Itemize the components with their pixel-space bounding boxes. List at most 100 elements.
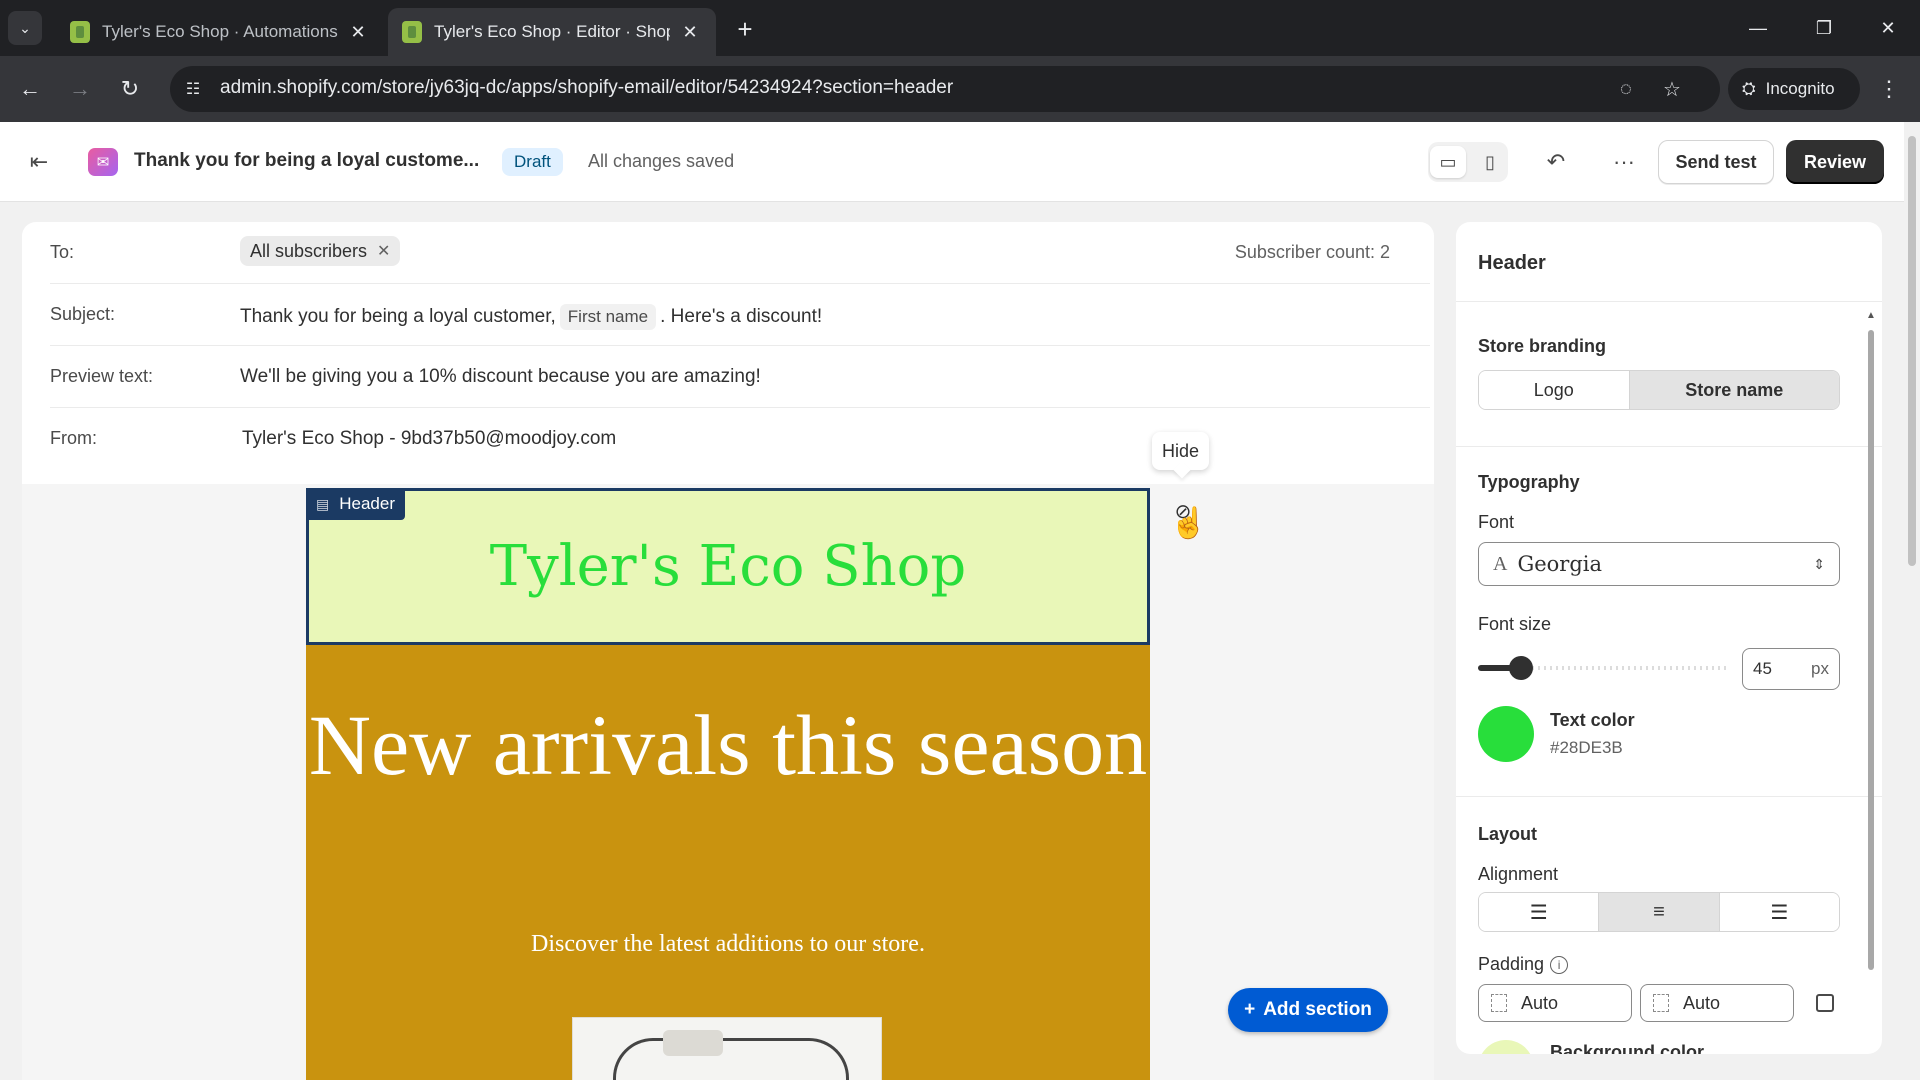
- background-color-label: Background color: [1550, 1042, 1705, 1054]
- shopify-favicon-icon: [402, 21, 422, 43]
- panel-scroll-thumb[interactable]: [1868, 330, 1874, 970]
- save-status: All changes saved: [588, 151, 735, 171]
- padding-link-icon[interactable]: [1810, 984, 1840, 1022]
- mobile-preview-icon[interactable]: ▯: [1472, 146, 1508, 178]
- from-row[interactable]: From: Tyler's Eco Shop - 9bd37b50@moodjo…: [50, 408, 1430, 470]
- page-scroll-thumb[interactable]: [1908, 136, 1916, 566]
- header-section-tag: ▤ Header: [306, 488, 405, 520]
- review-button[interactable]: Review: [1786, 140, 1884, 184]
- page-scrollbar[interactable]: [1904, 122, 1920, 1080]
- back-arrow-icon[interactable]: ←: [10, 72, 50, 106]
- align-center-icon[interactable]: ≡: [1598, 893, 1719, 931]
- eye-off-icon[interactable]: ◌: [1610, 74, 1642, 104]
- padding-horizontal-value: Auto: [1683, 992, 1721, 1013]
- recipient-chip-label: All subscribers: [250, 240, 368, 261]
- send-test-button[interactable]: Send test: [1658, 140, 1774, 184]
- font-select[interactable]: A Georgia ⇕: [1478, 542, 1840, 586]
- browser-tab-automations[interactable]: Tyler's Eco Shop · Automations ✕: [56, 8, 384, 56]
- select-chevrons-icon: ⇕: [1813, 555, 1825, 572]
- exit-editor-icon[interactable]: ⇤: [22, 146, 56, 178]
- font-size-value: 45: [1753, 659, 1772, 678]
- preview-text-label: Preview text:: [50, 366, 154, 386]
- padding-label: Padding i: [1478, 954, 1569, 975]
- tab-close-icon[interactable]: ✕: [678, 20, 702, 44]
- subject-field[interactable]: Thank you for being a loyal customer, Fir…: [240, 304, 822, 330]
- restore-icon[interactable]: ❐: [1804, 12, 1844, 44]
- to-label: To:: [50, 242, 75, 262]
- align-right-icon[interactable]: ☰: [1718, 893, 1839, 931]
- font-size-slider-thumb[interactable]: [1508, 656, 1533, 680]
- bookmark-star-icon[interactable]: ☆: [1656, 74, 1688, 104]
- hero-product-image[interactable]: [572, 1017, 882, 1080]
- padding-label-text: Padding: [1478, 954, 1545, 974]
- info-icon[interactable]: i: [1550, 956, 1569, 975]
- scroll-up-icon[interactable]: ▲: [1866, 310, 1876, 321]
- more-actions-icon[interactable]: ···: [1606, 146, 1642, 178]
- store-name-option[interactable]: Store name: [1628, 371, 1839, 409]
- padding-horizontal-input[interactable]: Auto: [1640, 984, 1794, 1022]
- font-label: Font: [1478, 512, 1515, 532]
- text-color-label: Text color: [1550, 710, 1635, 730]
- padding-vertical-value: Auto: [1521, 992, 1559, 1013]
- align-left-icon[interactable]: ☰: [1479, 893, 1599, 931]
- font-size-input[interactable]: 45 px: [1742, 648, 1840, 690]
- email-header-section[interactable]: Tyler's Eco Shop: [306, 488, 1150, 645]
- tab-close-icon[interactable]: ✕: [346, 20, 370, 44]
- incognito-label: Incognito: [1765, 79, 1835, 98]
- desktop-preview-icon[interactable]: ▭: [1430, 146, 1466, 178]
- hero-title[interactable]: New arrivals this season: [306, 693, 1150, 797]
- store-name-heading[interactable]: Tyler's Eco Shop: [490, 534, 967, 599]
- subject-row[interactable]: Subject: Thank you for being a loyal cus…: [50, 284, 1430, 346]
- first-name-merge-tag[interactable]: First name: [559, 304, 657, 330]
- text-color-swatch[interactable]: [1478, 706, 1534, 762]
- layout-title: Layout: [1478, 824, 1538, 844]
- reload-icon[interactable]: ↻: [110, 72, 150, 106]
- window-close-icon[interactable]: ✕: [1868, 12, 1908, 44]
- padding-vertical-input[interactable]: Auto: [1478, 984, 1632, 1022]
- recipient-chip[interactable]: All subscribers ✕: [240, 236, 401, 266]
- minimize-icon[interactable]: —: [1738, 12, 1778, 44]
- site-settings-icon[interactable]: ☷: [180, 76, 206, 102]
- hero-subtitle[interactable]: Discover the latest additions to our sto…: [306, 931, 1150, 958]
- tab-search-chevron-icon[interactable]: ⌄: [8, 11, 42, 45]
- forward-arrow-icon[interactable]: →: [60, 72, 100, 106]
- font-glyph-icon: A: [1493, 552, 1508, 575]
- from-field[interactable]: Tyler's Eco Shop - 9bd37b50@moodjoy.com: [242, 428, 616, 450]
- font-size-unit: px: [1811, 659, 1829, 678]
- header-section-label: Header: [339, 494, 395, 513]
- add-section-label: Add section: [1263, 999, 1372, 1020]
- new-tab-plus-icon[interactable]: +: [730, 14, 760, 44]
- subject-label: Subject:: [50, 304, 116, 324]
- status-badge: Draft: [502, 148, 563, 176]
- subject-text-end: . Here's a discount!: [660, 306, 823, 327]
- browser-tab-editor[interactable]: Tyler's Eco Shop · Editor · Shopify ✕: [388, 8, 716, 56]
- hide-tooltip: Hide: [1152, 432, 1210, 470]
- font-size-label: Font size: [1478, 614, 1552, 634]
- panel-scrollbar[interactable]: ▲: [1866, 310, 1876, 970]
- shopify-email-app-icon: ✉: [88, 148, 118, 176]
- panel-header: Header: [1456, 222, 1882, 302]
- incognito-icon: ⛭: [1742, 79, 1756, 98]
- preview-text-row[interactable]: Preview text: We'll be giving you a 10% …: [50, 346, 1430, 408]
- email-title: Thank you for being a loyal custome...: [134, 150, 480, 171]
- alignment-toggle: ☰ ≡ ☰: [1478, 892, 1840, 932]
- padding-horizontal-icon: [1653, 994, 1669, 1012]
- add-section-button[interactable]: + Add section: [1228, 988, 1388, 1032]
- divider: [1456, 446, 1882, 447]
- background-color-swatch[interactable]: [1478, 1040, 1534, 1054]
- preview-text-field[interactable]: We'll be giving you a 10% discount becau…: [240, 366, 761, 388]
- typography-title: Typography: [1478, 472, 1580, 492]
- remove-recipient-icon[interactable]: ✕: [377, 241, 390, 261]
- undo-icon[interactable]: ↶: [1538, 146, 1574, 178]
- logo-option[interactable]: Logo: [1479, 371, 1629, 409]
- browser-menu-icon[interactable]: ⋮: [1876, 74, 1902, 104]
- section-grid-icon: ▤: [316, 495, 330, 512]
- padding-vertical-icon: [1491, 994, 1507, 1012]
- tab-title: Tyler's Eco Shop · Editor · Shopify: [434, 22, 670, 41]
- plus-icon: +: [1244, 999, 1256, 1020]
- incognito-indicator[interactable]: ⛭ Incognito: [1728, 68, 1860, 110]
- branding-toggle: Logo Store name: [1478, 370, 1840, 410]
- url-text[interactable]: admin.shopify.com/store/jy63jq-dc/apps/s…: [220, 77, 953, 99]
- subject-text-start: Thank you for being a loyal customer,: [240, 306, 556, 327]
- hero-section[interactable]: New arrivals this season Discover the la…: [306, 645, 1150, 1080]
